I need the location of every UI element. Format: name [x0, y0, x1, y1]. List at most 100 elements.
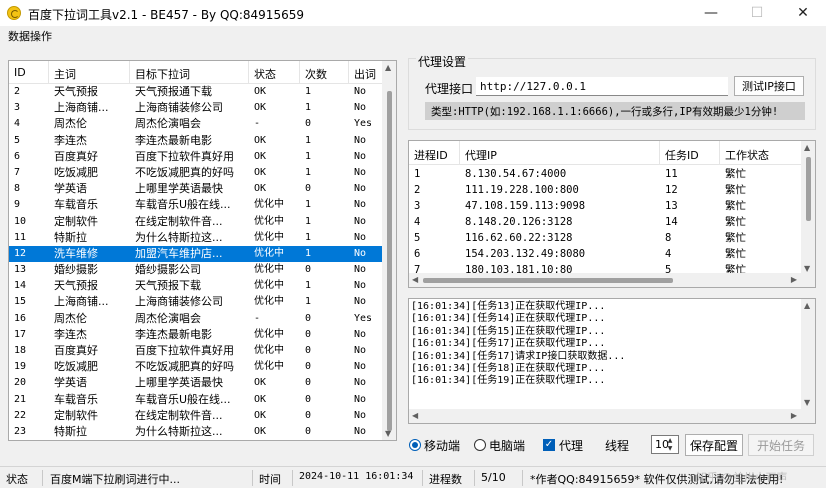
- table-row[interactable]: 15 上海商铺... 上海商铺装修公司 优化中 1 No: [9, 294, 396, 310]
- menu-data-operations[interactable]: 数据操作: [8, 28, 52, 44]
- cell-task-id: 4: [665, 248, 672, 260]
- table-row[interactable]: 4 8.148.20.126:3128 14 繁忙: [409, 214, 815, 230]
- scroll-left-icon[interactable]: ◀: [412, 275, 418, 284]
- scroll-right-icon[interactable]: ▶: [791, 411, 797, 420]
- cell-target: 上哪里学英语最快: [135, 376, 223, 390]
- col-header-keyword[interactable]: 主词: [49, 61, 130, 83]
- log-line: [16:01:34][任务17]正在获取代理IP...: [411, 338, 606, 350]
- close-button[interactable]: ✕: [780, 0, 826, 26]
- table-row[interactable]: 12 洗车维修 加盟汽车维护店... 优化中 1 No: [9, 245, 396, 263]
- scroll-left-icon[interactable]: ◀: [412, 411, 418, 420]
- cell-proxy-ip: 154.203.132.49:8080: [465, 248, 586, 260]
- pc-radio[interactable]: [474, 439, 486, 451]
- cell-keyword: 天气预报: [54, 279, 98, 293]
- table-row[interactable]: 24洗车维修加盟汽车维护店...OK0No: [9, 440, 396, 441]
- table-row[interactable]: 1 8.130.54.67:4000 11 繁忙: [409, 166, 815, 182]
- mobile-radio-label[interactable]: 移动端: [424, 437, 460, 454]
- cell-proxy-ip: 8.148.20.126:3128: [465, 216, 573, 228]
- log-vscroll[interactable]: ▲ ▼: [801, 299, 815, 409]
- table-row[interactable]: 8 学英语 上哪里学英语最快 OK 0 No: [9, 181, 396, 197]
- cell-keyword: 学英语: [54, 182, 87, 196]
- table-row[interactable]: 23 特斯拉 为什么特斯拉这... OK 0 No: [9, 424, 396, 440]
- proxy-table-vscroll[interactable]: ▲ ▼: [801, 141, 815, 275]
- col-header-result[interactable]: 出词: [349, 61, 384, 83]
- cell-task-id: 8: [665, 232, 672, 244]
- start-task-button[interactable]: 开始任务: [748, 434, 814, 456]
- proxy-api-input[interactable]: [476, 77, 728, 96]
- cell-count: 0: [305, 264, 312, 276]
- table-row[interactable]: 18 百度真好 百度下拉软件真好用 优化中 0 No: [9, 343, 396, 359]
- cell-status: 优化中: [254, 328, 284, 340]
- cell-keyword: 百度真好: [54, 344, 98, 357]
- cell-status: OK: [254, 166, 267, 178]
- cell-target: 在线定制软件音...: [135, 408, 223, 422]
- cell-target: 李连杰最新电影: [135, 327, 212, 341]
- scroll-down-icon[interactable]: ▼: [385, 429, 391, 438]
- test-ip-api-button[interactable]: 测试IP接口: [734, 76, 804, 96]
- scroll-up-icon[interactable]: ▲: [804, 143, 810, 152]
- col-header-task-id[interactable]: 任务ID: [660, 141, 720, 164]
- table-row[interactable]: 17 李连杰 李连杰最新电影 优化中 0 No: [9, 327, 396, 343]
- cell-result: No: [354, 199, 367, 211]
- col-header-proxy-ip[interactable]: 代理IP: [460, 141, 660, 164]
- cell-count: 1: [305, 280, 312, 292]
- table-row[interactable]: 22 定制软件 在线定制软件音... OK 0 No: [9, 408, 396, 424]
- table-row[interactable]: 4 周杰伦 周杰伦演唱会 - 0 Yes: [9, 116, 396, 132]
- cell-result: Yes: [354, 118, 373, 130]
- proxy-checkbox-label[interactable]: 代理: [559, 437, 583, 454]
- col-header-work-status[interactable]: 工作状态: [720, 141, 803, 164]
- proxy-checkbox[interactable]: ✓: [543, 439, 555, 451]
- log-hscroll[interactable]: ◀ ▶: [409, 409, 815, 423]
- scroll-up-icon[interactable]: ▲: [804, 301, 810, 310]
- cell-keyword: 李连杰: [54, 133, 87, 147]
- table-row[interactable]: 19 吃饭减肥 不吃饭减肥真的好吗 优化中 0 No: [9, 359, 396, 375]
- table-row[interactable]: 21 车载音乐 车载音乐U般在线... OK 0 No: [9, 392, 396, 408]
- table-row[interactable]: 5 116.62.60.22:3128 8 繁忙: [409, 230, 815, 246]
- time-label: 时间: [259, 473, 281, 486]
- scroll-down-icon[interactable]: ▼: [804, 398, 810, 407]
- log-output[interactable]: [16:01:34][任务13]正在获取代理IP... [16:01:34][任务…: [408, 298, 816, 424]
- table-row[interactable]: 16 周杰伦 周杰伦演唱会 - 0 Yes: [9, 311, 396, 327]
- table-row[interactable]: 2 天气预报 天气预报通下载 OK 1 No: [9, 84, 396, 100]
- col-header-status[interactable]: 状态: [249, 61, 300, 83]
- table-row[interactable]: 14 天气预报 天气预报下载 优化中 1 No: [9, 278, 396, 294]
- table-row[interactable]: 3 47.108.159.113:9098 13 繁忙: [409, 198, 815, 214]
- col-header-id[interactable]: ID: [9, 61, 49, 83]
- cell-result: No: [354, 215, 367, 227]
- col-header-count[interactable]: 次数: [300, 61, 349, 83]
- keyword-list-scrollbar[interactable]: ▲ ▼: [382, 61, 396, 440]
- cell-count: 1: [305, 247, 312, 259]
- proxy-table-hscroll[interactable]: ◀ ▶: [409, 273, 815, 287]
- minimize-button[interactable]: —: [688, 0, 734, 26]
- keyword-list[interactable]: ID 主词 目标下拉词 状态 次数 出词 2 天气预报 天气预报通下载 OK 1 No 3 上…: [8, 60, 397, 441]
- table-row[interactable]: 7 吃饭减肥 不吃饭减肥真的好吗 OK 1 No: [9, 165, 396, 181]
- save-config-button[interactable]: 保存配置: [685, 434, 743, 456]
- table-row[interactable]: 13 婚纱摄影 婚纱摄影公司 优化中 0 No: [9, 262, 396, 278]
- cell-result: No: [354, 247, 367, 259]
- table-row[interactable]: 5 李连杰 李连杰最新电影 OK 1 No: [9, 133, 396, 149]
- table-row[interactable]: 3 上海商铺... 上海商铺装修公司 OK 1 No: [9, 100, 396, 116]
- col-header-process-id[interactable]: 进程ID: [409, 141, 460, 164]
- table-row[interactable]: 20 学英语 上哪里学英语最快 OK 0 No: [9, 375, 396, 391]
- cell-work-status: 繁忙: [725, 200, 746, 212]
- scroll-thumb[interactable]: [423, 278, 673, 283]
- table-row[interactable]: 10 定制软件 在线定制软件音... 优化中 1 No: [9, 214, 396, 230]
- scroll-up-icon[interactable]: ▲: [385, 63, 391, 72]
- pc-radio-label[interactable]: 电脑端: [489, 437, 525, 454]
- table-row[interactable]: 6 百度真好 百度下拉软件真好用 OK 1 No: [9, 149, 396, 165]
- scroll-thumb[interactable]: [387, 91, 392, 431]
- chevron-up-icon[interactable]: ▲: [664, 437, 676, 445]
- table-row[interactable]: 2 111.19.228.100:800 12 繁忙: [409, 182, 815, 198]
- proxy-table[interactable]: 进程ID 代理IP 任务ID 工作状态 1 8.130.54.67:4000 11 繁…: [408, 140, 816, 288]
- table-row[interactable]: 11 特斯拉 为什么特斯拉这... 优化中 1 No: [9, 230, 396, 246]
- table-row[interactable]: 6 154.203.132.49:8080 4 繁忙: [409, 246, 815, 262]
- scroll-down-icon[interactable]: ▼: [804, 264, 810, 273]
- col-header-target[interactable]: 目标下拉词: [130, 61, 249, 83]
- table-row[interactable]: 9 车载音乐 车载音乐U般在线... 优化中 1 No: [9, 197, 396, 213]
- scroll-right-icon[interactable]: ▶: [791, 275, 797, 284]
- chevron-down-icon[interactable]: ▼: [664, 445, 676, 453]
- maximize-button[interactable]: ☐: [734, 0, 780, 26]
- scroll-thumb[interactable]: [806, 157, 811, 221]
- progress-label: 进程数: [429, 473, 462, 486]
- mobile-radio[interactable]: [409, 439, 421, 451]
